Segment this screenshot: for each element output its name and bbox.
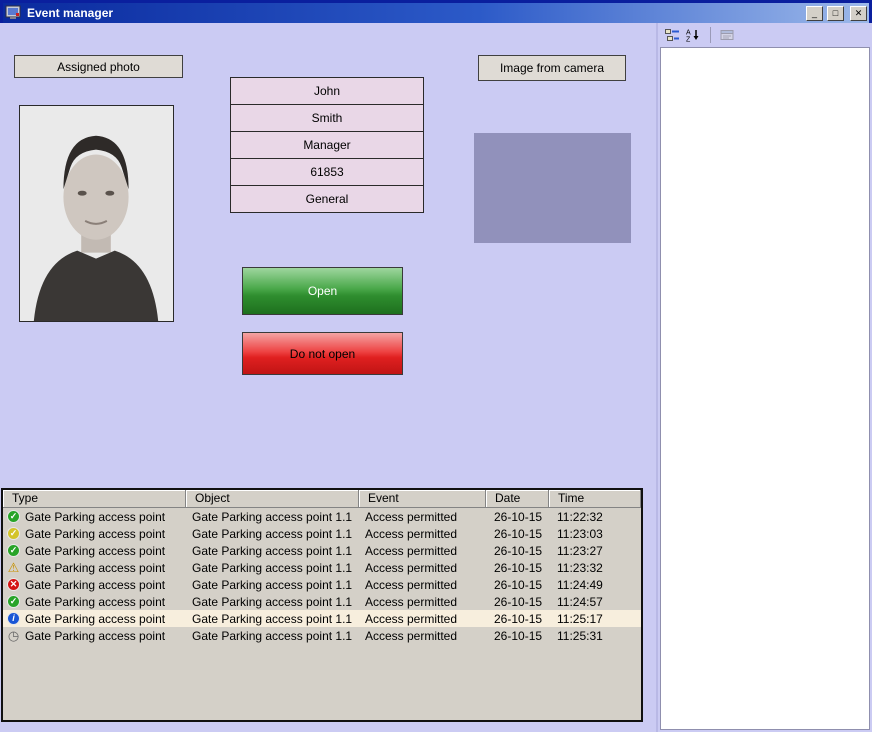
event-object: Gate Parking access point 1.1 <box>186 629 359 643</box>
event-time: 11:25:17 <box>549 612 641 626</box>
column-header-event[interactable]: Event <box>359 490 486 508</box>
event-object: Gate Parking access point 1.1 <box>186 510 359 524</box>
toolbar-separator <box>704 27 711 43</box>
open-button[interactable]: Open <box>242 267 403 315</box>
maximize-button[interactable]: □ <box>827 6 844 21</box>
titlebar: Event manager _ □ ✕ <box>3 3 869 23</box>
minimize-button[interactable]: _ <box>806 6 823 21</box>
field-card-number: 61853 <box>230 158 424 186</box>
event-object: Gate Parking access point 1.1 <box>186 561 359 575</box>
assigned-photo-image <box>19 105 174 322</box>
column-header-time[interactable]: Time <box>549 490 641 508</box>
event-manager-window: Event manager _ □ ✕ Assigned photo <box>0 0 872 732</box>
event-object: Gate Parking access point 1.1 <box>186 578 359 592</box>
camera-image-placeholder <box>474 133 631 243</box>
notice-icon: ✓ <box>7 527 20 540</box>
do-not-open-button[interactable]: Do not open <box>242 332 403 375</box>
svg-text:Z: Z <box>686 37 691 43</box>
column-header-object[interactable]: Object <box>186 490 359 508</box>
info-icon: i <box>7 612 20 625</box>
event-name: Access permitted <box>359 561 486 575</box>
event-date: 26-10-15 <box>486 595 549 609</box>
column-header-type[interactable]: Type <box>3 490 186 508</box>
sort-alphabetical-icon[interactable]: A Z <box>683 26 702 44</box>
event-time: 11:23:27 <box>549 544 641 558</box>
categorized-icon[interactable] <box>662 26 681 44</box>
table-row[interactable]: ✕ Gate Parking access point Gate Parking… <box>3 576 641 593</box>
event-object: Gate Parking access point 1.1 <box>186 527 359 541</box>
table-row[interactable]: ✓ Gate Parking access point Gate Parking… <box>3 593 641 610</box>
person-fields: John Smith Manager 61853 General <box>230 77 424 213</box>
property-panel: A Z <box>656 23 872 732</box>
event-date: 26-10-15 <box>486 544 549 558</box>
event-type-text: Gate Parking access point <box>25 578 165 592</box>
event-time: 11:23:03 <box>549 527 641 541</box>
table-row[interactable]: i Gate Parking access point Gate Parking… <box>3 610 641 627</box>
event-table-header: Type Object Event Date Time <box>3 490 641 508</box>
table-row[interactable]: ⚠ Gate Parking access point Gate Parking… <box>3 559 641 576</box>
event-name: Access permitted <box>359 544 486 558</box>
table-row[interactable]: ✓ Gate Parking access point Gate Parking… <box>3 525 641 542</box>
warning-icon: ⚠ <box>7 561 20 574</box>
event-time: 11:23:32 <box>549 561 641 575</box>
event-type-text: Gate Parking access point <box>25 595 165 609</box>
image-from-camera-button[interactable]: Image from camera <box>478 55 626 81</box>
field-last-name: Smith <box>230 104 424 132</box>
assigned-photo-button[interactable]: Assigned photo <box>14 55 183 78</box>
svg-text:A: A <box>686 30 691 37</box>
property-panel-toolbar: A Z <box>658 23 872 47</box>
event-name: Access permitted <box>359 595 486 609</box>
property-panel-body <box>660 47 870 730</box>
event-time: 11:24:49 <box>549 578 641 592</box>
event-name: Access permitted <box>359 510 486 524</box>
success-icon: ✓ <box>7 544 20 557</box>
event-date: 26-10-15 <box>486 629 549 643</box>
table-row[interactable]: ◷ Gate Parking access point Gate Parking… <box>3 627 641 644</box>
denied-icon: ✕ <box>7 578 20 591</box>
event-type-text: Gate Parking access point <box>25 544 165 558</box>
field-first-name: John <box>230 77 424 105</box>
property-pages-icon <box>717 26 736 44</box>
close-button[interactable]: ✕ <box>850 6 867 21</box>
event-time: 11:25:31 <box>549 629 641 643</box>
window-title: Event manager <box>25 6 113 20</box>
event-name: Access permitted <box>359 527 486 541</box>
event-type-text: Gate Parking access point <box>25 629 165 643</box>
event-object: Gate Parking access point 1.1 <box>186 595 359 609</box>
event-date: 26-10-15 <box>486 527 549 541</box>
event-date: 26-10-15 <box>486 561 549 575</box>
window-content: Assigned photo John Smith Manager <box>0 23 872 732</box>
event-name: Access permitted <box>359 578 486 592</box>
field-department: General <box>230 185 424 213</box>
event-date: 26-10-15 <box>486 510 549 524</box>
main-area: Assigned photo John Smith Manager <box>0 23 656 732</box>
event-date: 26-10-15 <box>486 612 549 626</box>
column-header-date[interactable]: Date <box>486 490 549 508</box>
event-type-text: Gate Parking access point <box>25 612 165 626</box>
table-row[interactable]: ✓ Gate Parking access point Gate Parking… <box>3 542 641 559</box>
field-position: Manager <box>230 131 424 159</box>
success-icon: ✓ <box>7 510 20 523</box>
success-icon: ✓ <box>7 595 20 608</box>
event-name: Access permitted <box>359 612 486 626</box>
event-type-text: Gate Parking access point <box>25 527 165 541</box>
event-object: Gate Parking access point 1.1 <box>186 544 359 558</box>
event-type-text: Gate Parking access point <box>25 510 165 524</box>
pending-icon: ◷ <box>7 629 20 642</box>
table-row[interactable]: ✓ Gate Parking access point Gate Parking… <box>3 508 641 525</box>
event-date: 26-10-15 <box>486 578 549 592</box>
event-name: Access permitted <box>359 629 486 643</box>
window-frame: Event manager _ □ ✕ <box>0 0 872 23</box>
event-time: 11:24:57 <box>549 595 641 609</box>
event-time: 11:22:32 <box>549 510 641 524</box>
event-type-text: Gate Parking access point <box>25 561 165 575</box>
event-object: Gate Parking access point 1.1 <box>186 612 359 626</box>
event-table: Type Object Event Date Time ✓ Gate Parki… <box>1 488 643 722</box>
app-icon[interactable] <box>5 5 21 21</box>
event-table-body: ✓ Gate Parking access point Gate Parking… <box>3 508 641 720</box>
